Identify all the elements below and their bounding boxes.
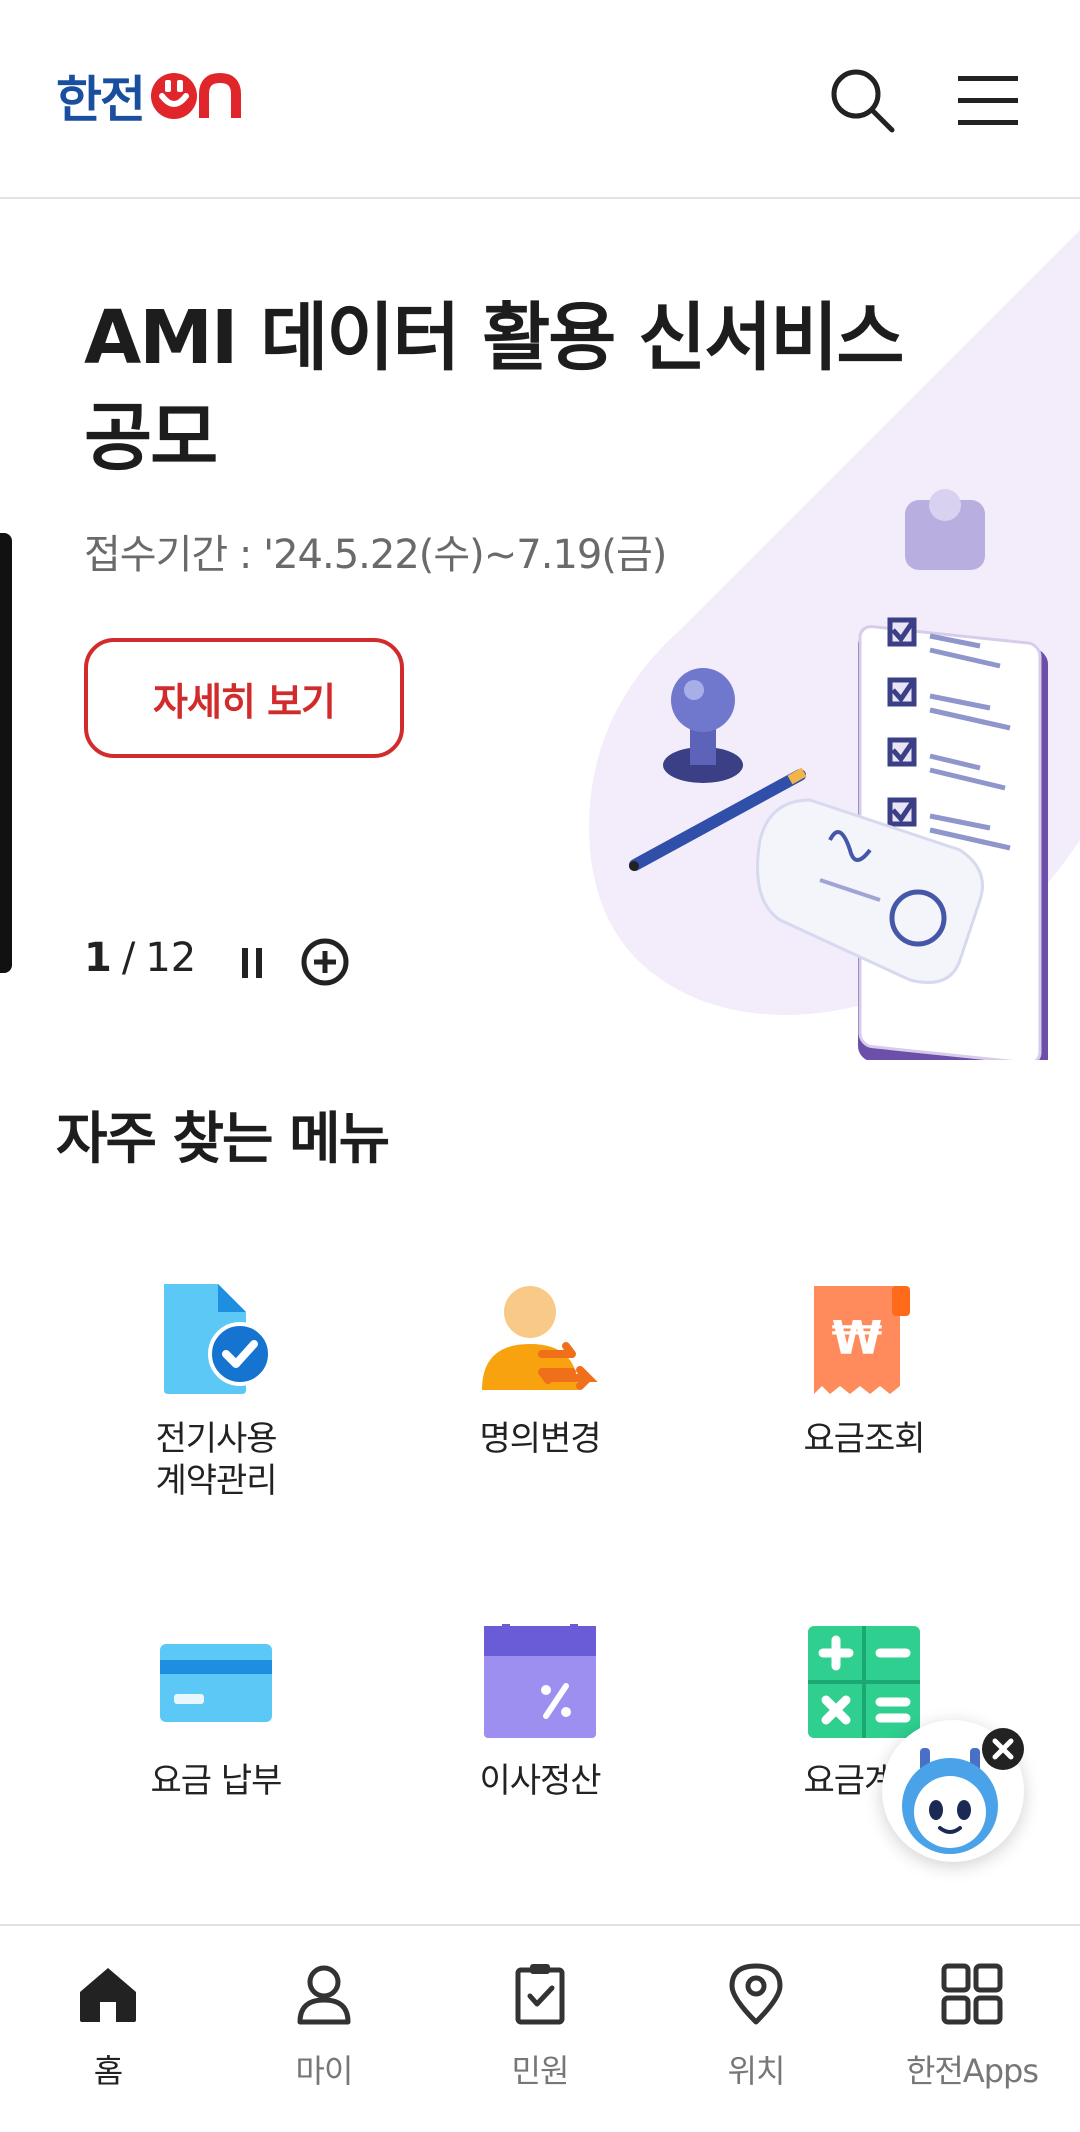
bottom-navigation: 홈 마이 민원 위치 한전Apps (0, 1924, 1080, 2132)
svg-text:₩: ₩ (832, 1311, 883, 1365)
search-button[interactable] (828, 66, 898, 136)
hero-banner[interactable]: AMI 데이터 활용 신서비스 공모 접수기간 : '24.5.22(수)~7.… (0, 200, 1080, 1060)
menu-name-change[interactable]: 명의변경 (420, 1282, 660, 1460)
nav-label: 마이 (295, 2052, 354, 2090)
pager-total: 12 (145, 935, 197, 981)
menu-label: 이사정산 (479, 1761, 601, 1801)
app-header: 한전 (0, 0, 1080, 199)
nav-label: 홈 (93, 2052, 123, 2090)
pager-separator: / (121, 935, 136, 981)
pause-icon (242, 948, 262, 978)
section-title-frequent-menu: 자주 찾는 메뉴 (56, 1107, 390, 1172)
edge-panel-handle[interactable] (0, 533, 12, 973)
nav-civil-service[interactable]: 민원 (432, 1926, 648, 2132)
hamburger-menu-icon (958, 76, 1018, 125)
clipboard-check-icon (515, 1964, 565, 2025)
document-check-icon (164, 1284, 272, 1394)
calendar-percent-icon (484, 1624, 596, 1738)
menu-button[interactable] (956, 72, 1020, 128)
nav-label: 한전Apps (905, 2052, 1039, 2090)
menu-bill-inquiry[interactable]: ₩ 요금조회 (744, 1282, 984, 1460)
banner-pager: 1 / 12 (84, 935, 196, 981)
pause-button[interactable] (238, 940, 268, 984)
nav-my[interactable]: 마이 (216, 1926, 432, 2132)
view-details-button[interactable]: 자세히 보기 (84, 638, 404, 758)
menu-label: 요금 납부 (150, 1761, 283, 1801)
grid-apps-icon (941, 1963, 1003, 2025)
chatbot-close-button[interactable] (980, 1726, 1026, 1772)
nav-home[interactable]: 홈 (0, 1926, 216, 2132)
nav-label: 위치 (727, 2052, 786, 2090)
close-icon (982, 1728, 1024, 1770)
view-all-banners-button[interactable] (300, 937, 350, 987)
nav-location[interactable]: 위치 (648, 1926, 864, 2132)
menu-label: 명의변경 (479, 1419, 601, 1459)
hero-period: 접수기간 : '24.5.22(수)~7.19(금) (84, 532, 667, 578)
search-icon (831, 69, 895, 133)
menu-move-settlement[interactable]: 이사정산 (420, 1624, 660, 1802)
kepco-on-logo[interactable]: 한전 (56, 66, 248, 129)
home-icon (80, 1968, 136, 2022)
plus-circle-icon (301, 938, 349, 986)
hero-title: AMI 데이터 활용 신서비스 공모 (84, 295, 904, 481)
person-transfer-icon (482, 1286, 598, 1390)
person-icon (297, 1965, 351, 2025)
nav-kepco-apps[interactable]: 한전Apps (864, 1926, 1080, 2132)
pager-current: 1 (84, 935, 112, 981)
menu-label: 전기사용 계약관리 (155, 1419, 277, 1501)
menu-label: 요금조회 (803, 1419, 925, 1459)
location-pin-icon (729, 1963, 783, 2025)
menu-contract-management[interactable]: 전기사용 계약관리 (96, 1282, 336, 1502)
logo-on-mark (148, 70, 248, 122)
won-receipt-icon: ₩ (814, 1286, 910, 1394)
credit-card-icon (160, 1644, 272, 1722)
logo-text: 한전 (56, 71, 146, 129)
nav-label: 민원 (511, 2052, 570, 2090)
menu-bill-payment[interactable]: 요금 납부 (96, 1624, 336, 1802)
